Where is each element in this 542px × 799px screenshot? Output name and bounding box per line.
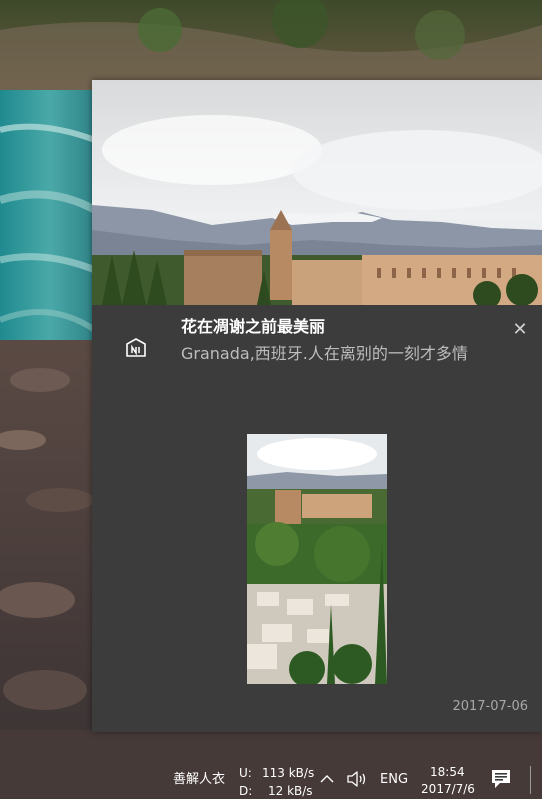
clock-date[interactable]: 2017/7/6 bbox=[420, 782, 476, 797]
volume-icon[interactable] bbox=[346, 769, 368, 789]
upload-speed: 113 kB/s bbox=[262, 766, 315, 780]
download-label: D: bbox=[239, 784, 253, 798]
inline-image bbox=[247, 434, 387, 684]
download-speed: 12 kB/s bbox=[268, 784, 313, 798]
clock-time[interactable]: 18:54 bbox=[430, 765, 465, 780]
show-desktop-divider bbox=[530, 766, 531, 794]
close-icon[interactable]: ✕ bbox=[510, 320, 530, 340]
notification-title: 花在凋谢之前最美丽 bbox=[181, 317, 326, 336]
notification-timestamp: 2017-07-06 bbox=[452, 699, 528, 714]
hero-image bbox=[92, 80, 542, 305]
notification-body: Granada,西班牙.人在离别的一刻才多情 bbox=[181, 344, 468, 363]
toast-notification[interactable]: 花在凋谢之前最美丽 Granada,西班牙.人在离别的一刻才多情 ✕ 2017-… bbox=[92, 80, 542, 732]
action-center-icon[interactable] bbox=[489, 768, 513, 790]
news-app-icon bbox=[126, 338, 146, 357]
upload-label: U: bbox=[239, 766, 252, 780]
chevron-up-icon[interactable] bbox=[318, 770, 336, 788]
ime-indicator[interactable]: 善解人衣 bbox=[173, 772, 225, 787]
language-indicator[interactable]: ENG bbox=[380, 772, 408, 787]
